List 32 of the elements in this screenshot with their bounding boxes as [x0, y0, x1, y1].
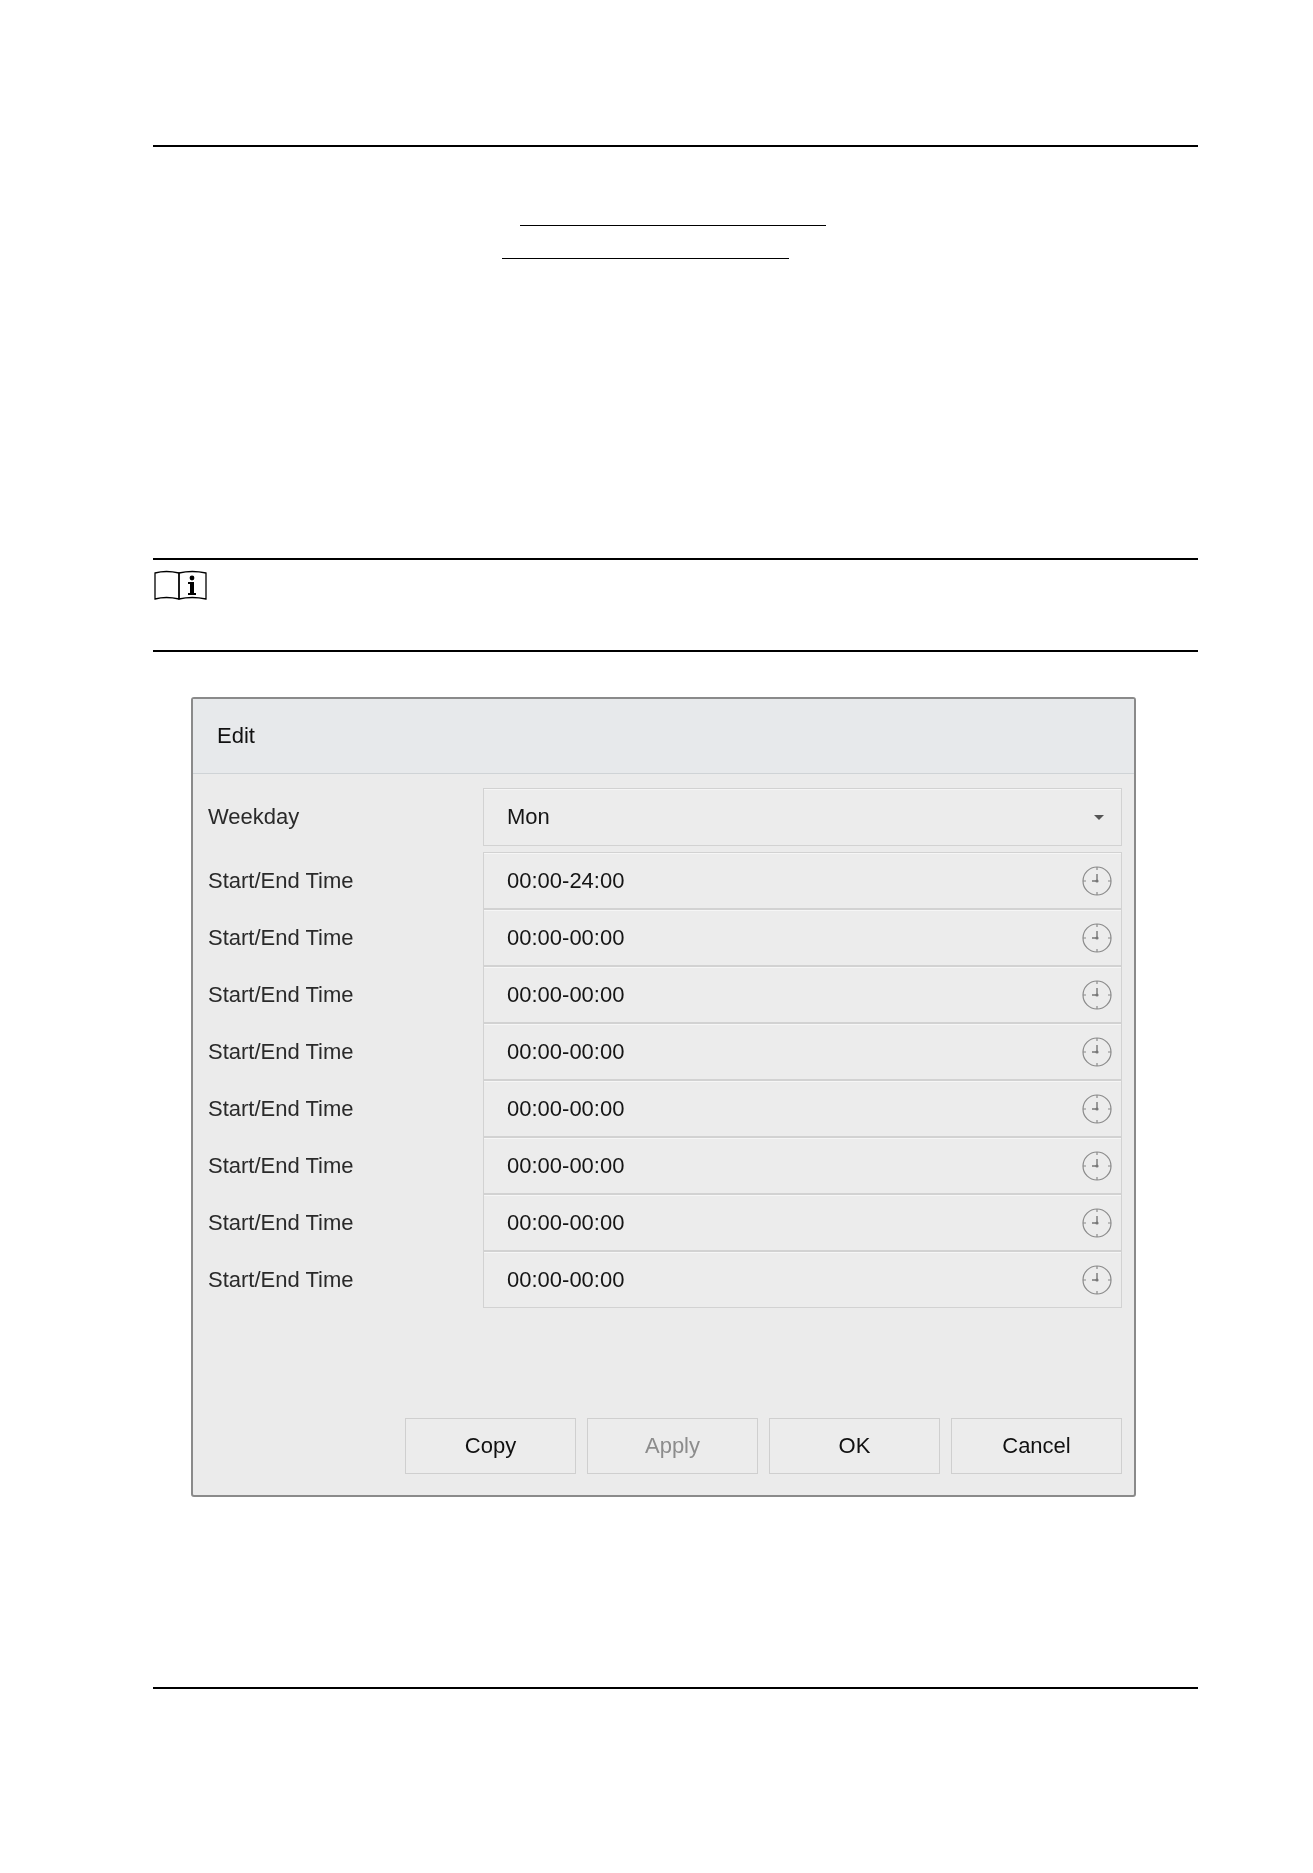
field-label: Start/End Time: [208, 867, 355, 894]
time-field[interactable]: 00:00-00:00: [483, 1137, 1122, 1194]
dialog-button[interactable]: Copy: [405, 1418, 576, 1474]
dialog-button[interactable]: Cancel: [951, 1418, 1122, 1474]
clock-icon: [1082, 1264, 1112, 1295]
dialog-button[interactable]: OK: [769, 1418, 940, 1474]
time-field[interactable]: 00:00-00:00: [483, 1023, 1122, 1080]
field-label: Weekday: [208, 804, 301, 830]
caret-icon: [1094, 814, 1104, 820]
time-field[interactable]: 00:00-00:00: [483, 966, 1122, 1023]
time-field[interactable]: 00:00-00:00: [483, 1080, 1122, 1137]
time-field[interactable]: 00:00-00:00: [483, 909, 1122, 966]
field-label: Start/End Time: [208, 981, 355, 1008]
dialog-title: Edit: [217, 723, 255, 749]
time-field[interactable]: 00:00-00:00: [483, 1194, 1122, 1251]
clock-icon: [1082, 979, 1112, 1010]
field-label: Start/End Time: [208, 1095, 355, 1122]
clock-icon: [1082, 922, 1112, 953]
clock-icon: [1082, 1093, 1112, 1124]
field-label: Start/End Time: [208, 1209, 355, 1236]
info-book-icon: [154, 570, 207, 601]
clock-icon: [1082, 1207, 1112, 1238]
clock-icon: [1082, 865, 1112, 896]
field-label: Start/End Time: [208, 1152, 355, 1179]
clock-icon: [1082, 1150, 1112, 1181]
field-label: Start/End Time: [208, 1038, 355, 1065]
time-field[interactable]: 00:00-00:00: [483, 1251, 1122, 1308]
clock-icon: [1082, 1036, 1112, 1067]
time-field[interactable]: 00:00-24:00: [483, 852, 1122, 909]
field-label: Start/End Time: [208, 1266, 355, 1293]
field-label: Start/End Time: [208, 924, 355, 951]
weekday-dropdown[interactable]: Mon: [483, 788, 1122, 846]
